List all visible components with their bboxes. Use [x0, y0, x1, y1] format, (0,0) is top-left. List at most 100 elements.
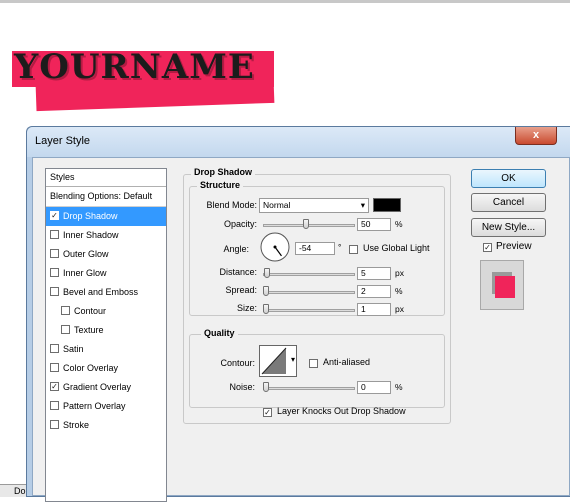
- angle-label: Angle:: [223, 244, 249, 254]
- style-checkbox[interactable]: [50, 230, 59, 240]
- distance-label: Distance:: [219, 267, 257, 277]
- style-checkbox[interactable]: [50, 268, 59, 278]
- structure-title: Structure: [197, 180, 244, 190]
- use-global-light-label: Use Global Light: [363, 243, 430, 253]
- noise-slider-thumb[interactable]: [263, 382, 269, 392]
- style-item-satin[interactable]: Satin: [46, 340, 166, 359]
- style-checkbox[interactable]: [50, 344, 59, 354]
- style-item-label: Blending Options: Default: [50, 191, 153, 201]
- blend-mode-select[interactable]: Normal ▾: [259, 198, 369, 213]
- style-item-label: Contour: [74, 306, 107, 316]
- chevron-down-icon: ▾: [290, 355, 295, 364]
- layer-style-dialog: Layer Style x Styles Blending Options: D…: [26, 126, 570, 502]
- banner-text: YOURNAME: [14, 47, 255, 87]
- style-item-blending-options-default[interactable]: Blending Options: Default: [46, 187, 166, 206]
- style-item-label: Texture: [74, 325, 104, 335]
- spread-slider-thumb[interactable]: [263, 286, 269, 296]
- style-item-contour[interactable]: Contour: [46, 302, 166, 321]
- style-item-inner-shadow[interactable]: Inner Shadow: [46, 226, 166, 245]
- style-checkbox[interactable]: [61, 306, 70, 316]
- spread-slider-track[interactable]: [263, 291, 355, 294]
- opacity-label: Opacity:: [223, 219, 257, 229]
- new-style-button[interactable]: New Style...: [471, 218, 546, 237]
- drop-shadow-title: Drop Shadow: [191, 167, 255, 177]
- noise-input[interactable]: 0: [357, 381, 391, 394]
- quality-title: Quality: [201, 328, 238, 338]
- angle-unit: °: [338, 242, 342, 252]
- style-item-inner-glow[interactable]: Inner Glow: [46, 264, 166, 283]
- style-item-texture[interactable]: Texture: [46, 321, 166, 340]
- opacity-slider-thumb[interactable]: [303, 219, 309, 229]
- status-bar-fragment: Do: [0, 484, 26, 497]
- spread-label: Spread:: [225, 285, 257, 295]
- distance-slider-thumb[interactable]: [264, 268, 270, 278]
- style-item-label: Inner Glow: [63, 268, 107, 278]
- contour-curve-icon: [261, 347, 287, 375]
- quality-group: [189, 334, 445, 408]
- preview-checkbox[interactable]: [483, 243, 492, 252]
- contour-label: Contour:: [220, 358, 255, 368]
- style-checkbox[interactable]: [61, 325, 70, 335]
- angle-dial[interactable]: [260, 232, 290, 262]
- distance-slider-track[interactable]: [263, 273, 355, 276]
- size-input[interactable]: 1: [357, 303, 391, 316]
- style-item-label: Pattern Overlay: [63, 401, 126, 411]
- chevron-down-icon: ▾: [360, 200, 365, 210]
- dialog-title: Layer Style: [35, 135, 91, 147]
- styles-list-header[interactable]: Styles: [46, 169, 166, 187]
- style-item-pattern-overlay[interactable]: Pattern Overlay: [46, 397, 166, 416]
- use-global-light-checkbox[interactable]: [349, 245, 358, 254]
- style-item-label: Bevel and Emboss: [63, 287, 139, 297]
- dialog-titlebar[interactable]: Layer Style x: [27, 127, 570, 157]
- anti-aliased-checkbox[interactable]: [309, 359, 318, 368]
- angle-input[interactable]: -54: [295, 242, 335, 255]
- size-unit: px: [395, 304, 404, 314]
- contour-picker[interactable]: ▾: [259, 345, 297, 377]
- close-button[interactable]: x: [515, 127, 557, 145]
- style-item-label: Outer Glow: [63, 249, 109, 259]
- blend-mode-value: Normal: [263, 200, 291, 210]
- styles-list: Styles Blending Options: Default Drop Sha…: [45, 168, 167, 502]
- style-checkbox[interactable]: [50, 401, 59, 411]
- style-checkbox[interactable]: [50, 249, 59, 259]
- ok-button[interactable]: OK: [471, 169, 546, 188]
- preview-label: Preview: [496, 241, 532, 252]
- opacity-unit: %: [395, 219, 403, 229]
- style-checkbox[interactable]: [50, 363, 59, 373]
- spread-input[interactable]: 2: [357, 285, 391, 298]
- cancel-button[interactable]: Cancel: [471, 193, 546, 212]
- size-label: Size:: [236, 303, 257, 313]
- anti-aliased-label: Anti-aliased: [323, 357, 371, 367]
- spread-unit: %: [395, 286, 403, 296]
- shadow-color-swatch[interactable]: [373, 198, 401, 212]
- layer-knocks-out-checkbox[interactable]: [263, 408, 272, 417]
- style-item-stroke[interactable]: Stroke: [46, 416, 166, 435]
- style-item-bevel-and-emboss[interactable]: Bevel and Emboss: [46, 283, 166, 302]
- dialog-client: Styles Blending Options: Default Drop Sha…: [32, 157, 570, 502]
- style-checkbox[interactable]: [50, 382, 59, 392]
- style-item-drop-shadow[interactable]: Drop Shadow: [46, 206, 166, 226]
- opacity-slider-track[interactable]: [263, 224, 355, 227]
- style-item-outer-glow[interactable]: Outer Glow: [46, 245, 166, 264]
- size-slider-track[interactable]: [263, 309, 355, 312]
- noise-slider-track[interactable]: [263, 387, 355, 390]
- style-item-label: Inner Shadow: [63, 230, 119, 240]
- style-item-label: Stroke: [63, 420, 90, 430]
- layer-knocks-out-label: Layer Knocks Out Drop Shadow: [277, 406, 406, 416]
- style-item-label: Gradient Overlay: [63, 382, 132, 392]
- size-slider-thumb[interactable]: [263, 304, 269, 314]
- distance-input[interactable]: 5: [357, 267, 391, 280]
- preview-swatch: [495, 276, 515, 298]
- style-checkbox[interactable]: [50, 420, 59, 430]
- style-item-color-overlay[interactable]: Color Overlay: [46, 359, 166, 378]
- opacity-input[interactable]: 50: [357, 218, 391, 231]
- style-checkbox[interactable]: [50, 211, 59, 221]
- style-item-gradient-overlay[interactable]: Gradient Overlay: [46, 378, 166, 397]
- blend-mode-label: Blend Mode:: [206, 200, 257, 210]
- angle-dial-icon: [260, 232, 290, 262]
- noise-label: Noise:: [229, 382, 255, 392]
- style-item-label: Color Overlay: [63, 363, 119, 373]
- shadow-color-fill: [374, 199, 400, 211]
- style-item-label: Drop Shadow: [63, 211, 118, 221]
- style-checkbox[interactable]: [50, 287, 59, 297]
